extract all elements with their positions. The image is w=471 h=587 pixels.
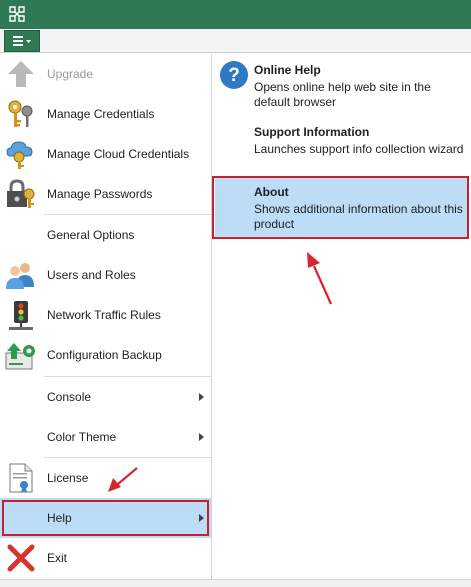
submenu-item-description: Launches support info collection wizard: [254, 142, 464, 156]
submenu-item-support-information[interactable]: Support Information Launches support inf…: [213, 118, 471, 176]
cloud-key-icon: [6, 141, 33, 169]
submenu-item-title: Support Information: [254, 125, 370, 139]
menu-item-color-theme[interactable]: Color Theme: [0, 417, 211, 457]
submenu-arrow-icon: [199, 393, 204, 401]
main-menu-button[interactable]: [4, 30, 40, 52]
menu-item-label: Upgrade: [47, 67, 94, 81]
help-highlight-box: [2, 500, 209, 536]
submenu-arrow-icon: [199, 433, 204, 441]
menu-item-label: Network Traffic Rules: [47, 308, 161, 322]
menu-item-upgrade: Upgrade: [0, 54, 211, 94]
svg-text:?: ?: [228, 65, 240, 86]
upgrade-arrow-icon: [8, 61, 34, 87]
hamburger-menu-icon: [13, 36, 31, 46]
users-icon: [6, 263, 34, 289]
menu-item-label: General Options: [47, 228, 135, 242]
menu-item-label: Manage Passwords: [47, 187, 153, 201]
submenu-item-online-help[interactable]: ? Online Help Opens online help web site…: [213, 56, 471, 116]
exit-x-icon: [7, 544, 35, 572]
submenu-item-title: Online Help: [254, 63, 321, 77]
menu-item-users-and-roles[interactable]: Users and Roles: [0, 255, 211, 295]
menu-item-console[interactable]: Console: [0, 377, 211, 417]
config-backup-icon: [5, 343, 35, 370]
menu-item-label: Manage Cloud Credentials: [47, 147, 190, 161]
menu-item-label: Console: [47, 390, 92, 404]
menu-item-label: Configuration Backup: [47, 348, 162, 362]
traffic-light-icon: [9, 301, 33, 330]
help-question-icon: ?: [220, 61, 248, 89]
menu-item-network-traffic-rules[interactable]: Network Traffic Rules: [0, 295, 211, 335]
ribbon-bar: [0, 29, 471, 53]
menu-item-exit[interactable]: Exit: [0, 538, 211, 578]
menu-item-manage-credentials[interactable]: Manage Credentials: [0, 94, 211, 134]
menu-item-label: Exit: [47, 551, 68, 565]
title-bar: [0, 0, 471, 29]
menu-item-label: Manage Credentials: [47, 107, 155, 121]
app-logo-icon: [9, 6, 25, 22]
menu-item-label: Color Theme: [47, 430, 117, 444]
menu-item-general-options[interactable]: General Options: [0, 215, 211, 255]
menu-item-license[interactable]: License: [0, 458, 211, 498]
about-highlight-box: [212, 176, 469, 239]
submenu-item-description: Opens online help web site in the defaul…: [254, 80, 431, 109]
status-bar-edge: [0, 579, 471, 587]
license-icon: [9, 463, 33, 493]
menu-item-label: License: [47, 471, 89, 485]
menu-item-label: Users and Roles: [47, 268, 136, 282]
keys-icon: [8, 100, 33, 127]
menu-item-manage-passwords[interactable]: Manage Passwords: [0, 174, 211, 214]
menu-item-configuration-backup[interactable]: Configuration Backup: [0, 335, 211, 375]
menu-item-manage-cloud-credentials[interactable]: Manage Cloud Credentials: [0, 134, 211, 174]
lock-key-icon: [7, 179, 35, 208]
